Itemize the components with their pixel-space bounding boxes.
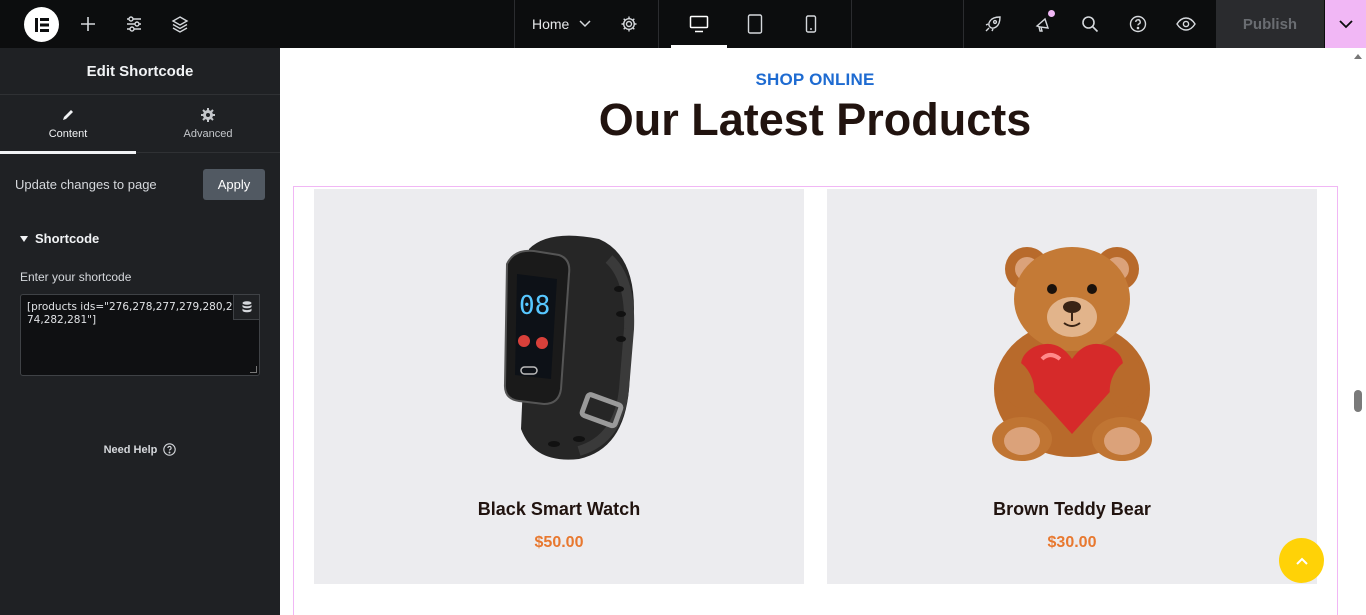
apply-button[interactable]: Apply: [203, 169, 265, 200]
structure-button[interactable]: [168, 0, 192, 48]
tab-label: Content: [48, 128, 88, 140]
publish-button[interactable]: Publish: [1216, 0, 1324, 48]
page-name: Home: [532, 16, 570, 32]
tablet-view-button[interactable]: [745, 0, 765, 48]
add-icon: [81, 17, 95, 31]
shortcode-textarea[interactable]: [products ids="276,278,277,279,280,274,2…: [20, 294, 260, 376]
divider: [514, 0, 515, 48]
page-settings-button[interactable]: [618, 0, 640, 48]
preview-button[interactable]: [1174, 0, 1198, 48]
rocket-icon: [985, 16, 1001, 32]
eye-icon: [1176, 17, 1196, 31]
chevron-down-icon: [1338, 19, 1353, 28]
section-title: Shortcode: [35, 231, 100, 246]
shortcode-value: [products ids="276,278,277,279,280,274,2…: [27, 301, 233, 326]
pencil-icon: [63, 110, 73, 120]
top-bar: Home Publish: [0, 0, 1366, 48]
back-to-top-button[interactable]: [1279, 538, 1324, 583]
tab-label: Advanced: [183, 128, 233, 140]
chevron-up-icon: [1295, 557, 1308, 565]
add-element-button[interactable]: [76, 0, 100, 48]
help-button[interactable]: [1127, 0, 1149, 48]
divider: [851, 0, 852, 48]
desktop-icon: [689, 15, 709, 33]
canvas-scrollbar[interactable]: [1350, 48, 1366, 615]
panel-title: Edit Shortcode: [0, 48, 280, 95]
publish-options-button[interactable]: [1325, 0, 1366, 48]
dynamic-tags-button[interactable]: [233, 294, 260, 320]
search-icon: [1082, 16, 1099, 33]
divider: [963, 0, 964, 48]
product-card[interactable]: Brown Teddy Bear $30.00: [827, 189, 1317, 584]
preview-canvas: SHOP ONLINE Our Latest Products 08 Black…: [280, 48, 1350, 615]
layers-icon: [171, 16, 189, 33]
divider: [658, 0, 659, 48]
shortcode-field-label: Enter your shortcode: [20, 270, 132, 284]
editor-panel: Edit Shortcode Content Advanced Update c…: [0, 48, 280, 615]
desktop-view-button[interactable]: [688, 0, 710, 48]
database-icon: [242, 301, 251, 313]
scroll-up-arrow[interactable]: [1354, 54, 1362, 59]
tablet-icon: [747, 14, 763, 34]
chevron-down-icon: [579, 20, 591, 28]
notification-dot: [1048, 10, 1055, 17]
tab-content[interactable]: Content: [0, 95, 136, 154]
tab-advanced[interactable]: Advanced: [140, 95, 276, 153]
update-row: Update changes to page Apply: [15, 169, 265, 200]
gear-icon: [621, 16, 637, 32]
help-icon: [163, 443, 177, 456]
help-icon: [1129, 15, 1147, 33]
sliders-icon: [127, 16, 141, 32]
page-selector[interactable]: Home: [532, 0, 591, 48]
section-toggle-shortcode[interactable]: Shortcode: [20, 231, 99, 246]
product-name[interactable]: Brown Teddy Bear: [827, 499, 1317, 520]
need-help-link[interactable]: Need Help: [0, 443, 280, 456]
section-kicker: SHOP ONLINE: [755, 70, 875, 89]
product-name[interactable]: Black Smart Watch: [314, 499, 804, 520]
whats-new-icon: [1035, 17, 1050, 32]
resize-handle[interactable]: [250, 366, 257, 373]
need-help-label: Need Help: [103, 443, 158, 456]
caret-down-icon: [20, 235, 28, 242]
scroll-thumb[interactable]: [1354, 390, 1362, 412]
teddy-bear-image: [992, 247, 1152, 461]
update-text: Update changes to page: [15, 177, 157, 192]
smart-watch-image: 08: [503, 235, 635, 460]
mobile-icon: [805, 15, 817, 33]
site-settings-button[interactable]: [122, 0, 146, 48]
site-launch-button[interactable]: [982, 0, 1004, 48]
product-price: $50.00: [534, 534, 584, 551]
gear-icon: [201, 108, 215, 122]
product-price: $30.00: [1047, 534, 1097, 551]
section-heading: Our Latest Products: [598, 94, 1032, 145]
svg-text:08: 08: [519, 291, 550, 321]
finder-button[interactable]: [1079, 0, 1101, 48]
mobile-view-button[interactable]: [802, 0, 820, 48]
panel-tabs: Content Advanced: [0, 95, 280, 154]
whats-new-button[interactable]: [1032, 0, 1054, 48]
elementor-logo-icon[interactable]: [24, 7, 59, 42]
product-card[interactable]: 08 Black Smart Watch $50.00: [314, 189, 804, 584]
